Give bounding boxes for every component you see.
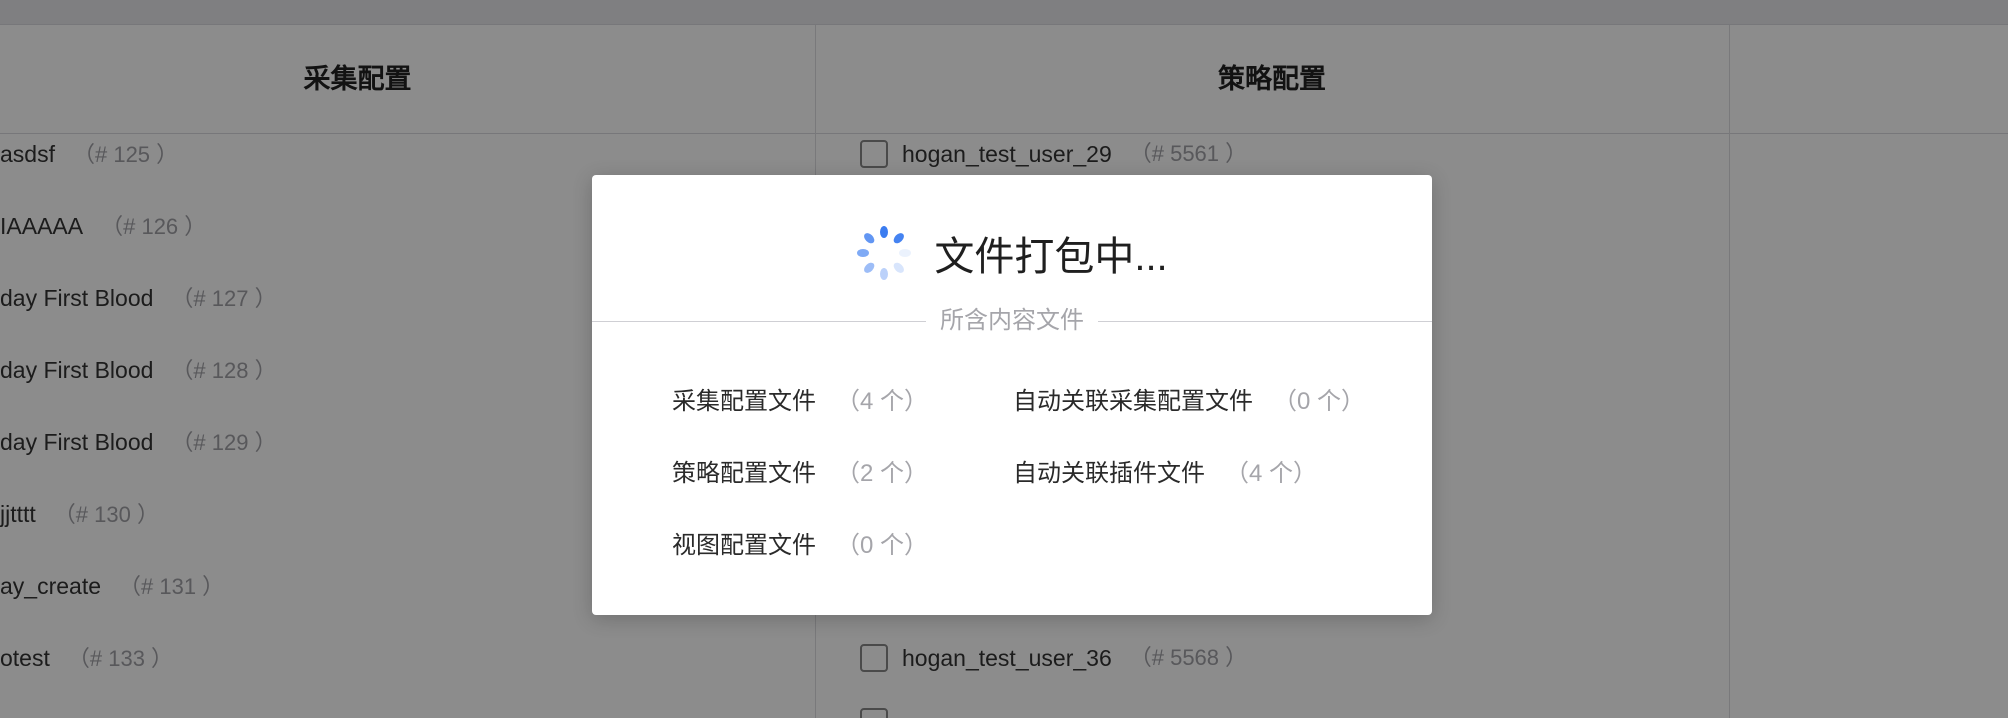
- file-type-label: 策略配置文件: [672, 460, 816, 487]
- dialog-header: 文件打包中...: [592, 223, 1432, 283]
- file-type-label: 视图配置文件: [672, 532, 816, 559]
- dialog-title: 文件打包中...: [934, 235, 1168, 279]
- divider-label: 所含内容文件: [926, 305, 1098, 337]
- file-count: （2 个）: [836, 460, 929, 487]
- file-summary-item: 自动关联采集配置文件 （0 个）: [1013, 384, 1365, 420]
- divider-label-wrap: 所含内容文件: [592, 305, 1432, 337]
- file-type-label: 自动关联插件文件: [1013, 460, 1205, 487]
- loading-spinner-icon: [857, 226, 912, 280]
- file-summary-item: 采集配置文件 （4 个）: [672, 384, 928, 420]
- file-count: （0 个）: [1273, 388, 1366, 415]
- file-type-label: 采集配置文件: [672, 388, 816, 415]
- file-summary-item: 自动关联插件文件 （4 个）: [1013, 456, 1317, 492]
- app-window: 采集配置 策略配置 asdsf （# 125 ） IAAAAA （# 126 ） d…: [0, 0, 2008, 718]
- file-type-label: 自动关联采集配置文件: [1013, 388, 1253, 415]
- file-count: （0 个）: [836, 532, 929, 559]
- file-summary-item: 视图配置文件 （0 个）: [672, 528, 928, 564]
- file-summary-item: 策略配置文件 （2 个）: [672, 456, 928, 492]
- packaging-dialog: 文件打包中... 所含内容文件 采集配置文件 （4 个） 自动关联采集配置文件 （0…: [592, 175, 1432, 615]
- file-count: （4 个）: [1225, 460, 1318, 487]
- file-count: （4 个）: [836, 388, 929, 415]
